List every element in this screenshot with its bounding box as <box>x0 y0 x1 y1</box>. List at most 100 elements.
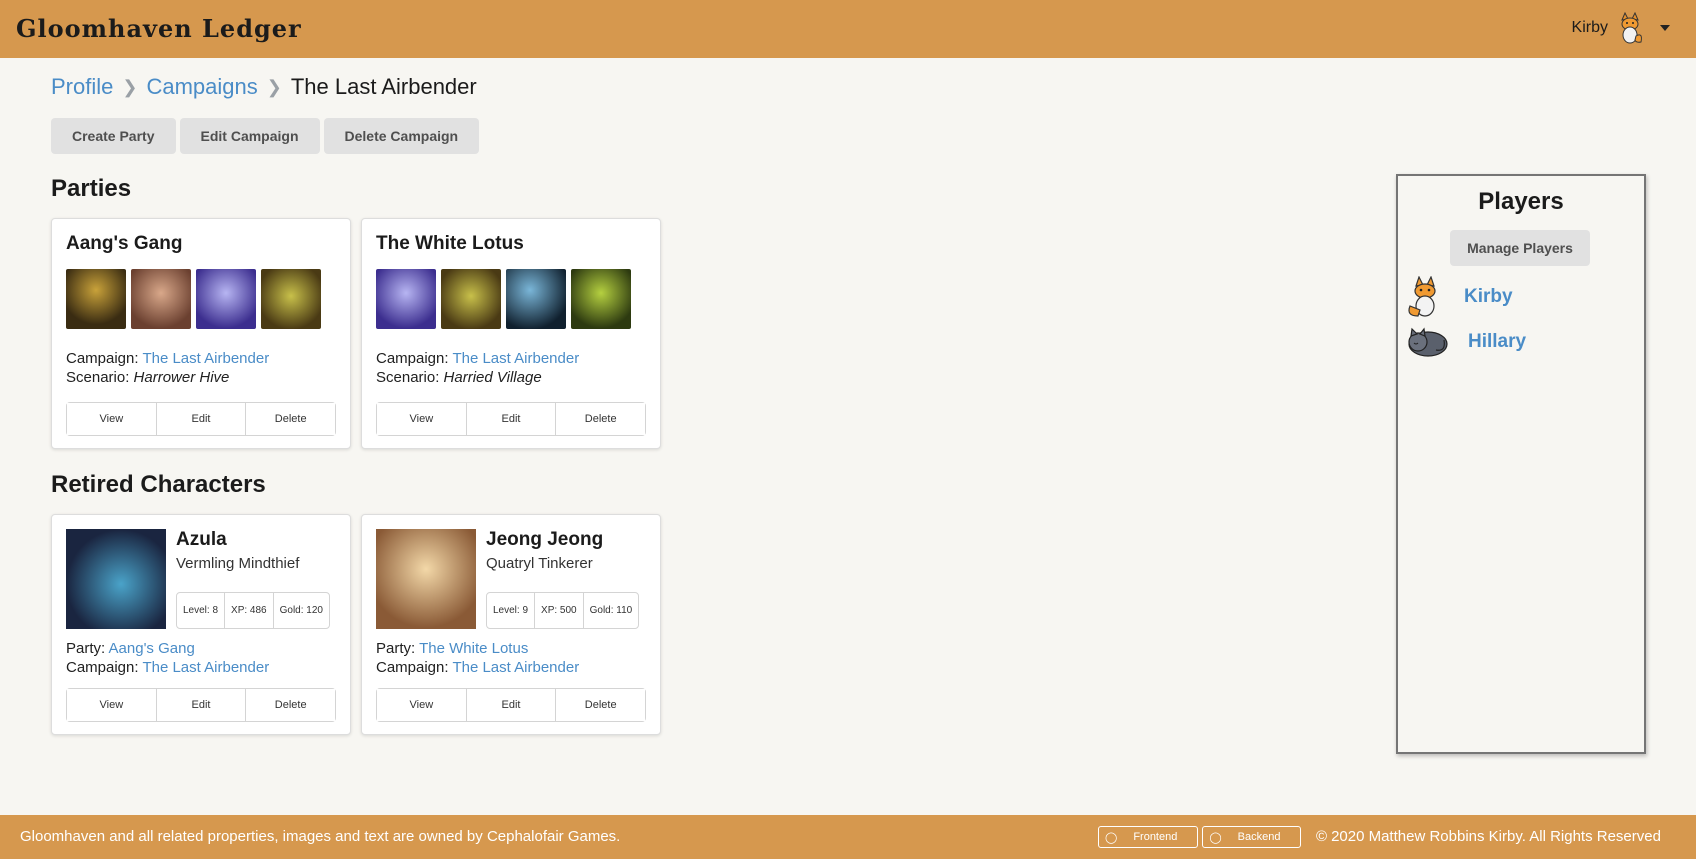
delete-campaign-button[interactable]: Delete Campaign <box>323 118 480 154</box>
player-item: Kirby <box>1406 276 1513 318</box>
breadcrumb-current: The Last Airbender <box>290 74 477 99</box>
campaign-label: Campaign: <box>376 659 449 676</box>
character-portrait[interactable] <box>66 269 126 329</box>
frontend-label: Frontend <box>1133 831 1178 843</box>
edit-campaign-button[interactable]: Edit Campaign <box>179 118 320 154</box>
party-name: The White Lotus <box>376 233 524 254</box>
create-party-button[interactable]: Create Party <box>51 118 176 154</box>
user-menu[interactable]: Kirby <box>1572 12 1670 44</box>
character-class: Vermling Mindthief <box>176 555 300 572</box>
scenario-label: Scenario: <box>66 369 130 386</box>
footer: Gloomhaven and all related properties, i… <box>0 815 1696 859</box>
level-stat: Level: 9 <box>487 593 536 628</box>
delete-button[interactable]: Delete <box>246 403 336 435</box>
character-portrait[interactable] <box>131 269 191 329</box>
xp-stat: XP: 486 <box>225 593 274 628</box>
delete-button[interactable]: Delete <box>556 403 646 435</box>
character-portrait[interactable] <box>261 269 321 329</box>
character-stats: Level: 8 XP: 486 Gold: 120 <box>176 592 330 629</box>
party-label: Party: <box>66 640 106 657</box>
copyright: © 2020 Matthew Robbins Kirby. All Rights… <box>1316 828 1661 845</box>
character-stats: Level: 9 XP: 500 Gold: 110 <box>486 592 640 629</box>
manage-players-button[interactable]: Manage Players <box>1450 230 1590 266</box>
party-members <box>66 269 321 329</box>
chevron-right-icon: ❯ <box>122 76 138 97</box>
parties-heading: Parties <box>51 175 132 202</box>
party-card-actions: View Edit Delete <box>66 402 336 436</box>
party-name: Aang's Gang <box>66 233 183 254</box>
players-panel: Players Manage Players Kirby Hillary <box>1396 174 1646 754</box>
breadcrumb-profile[interactable]: Profile <box>51 74 113 100</box>
view-button[interactable]: View <box>377 403 467 435</box>
character-portrait[interactable] <box>376 529 476 629</box>
party-scenario: Scenario: Harrower Hive <box>66 368 229 387</box>
top-navbar: Gloomhaven Ledger Kirby <box>0 0 1696 58</box>
campaign-link[interactable]: The Last Airbender <box>452 659 579 676</box>
github-icon: ◯ <box>1105 831 1118 844</box>
player-item: Hillary <box>1406 326 1526 358</box>
level-stat: Level: 8 <box>177 593 226 628</box>
delete-button[interactable]: Delete <box>246 689 336 721</box>
party-campaign: Campaign: The Last Airbender <box>376 349 579 368</box>
character-portrait[interactable] <box>571 269 631 329</box>
chevron-down-icon[interactable] <box>1660 25 1670 31</box>
view-button[interactable]: View <box>67 689 157 721</box>
breadcrumb: Profile ❯ Campaigns ❯ The Last Airbender <box>51 74 477 100</box>
campaign-label: Campaign: <box>376 350 449 367</box>
view-button[interactable]: View <box>67 403 157 435</box>
character-campaign: Campaign: The Last Airbender <box>66 658 269 677</box>
players-heading: Players <box>1478 188 1564 215</box>
party-link[interactable]: Aang's Gang <box>109 640 195 657</box>
character-portrait[interactable] <box>441 269 501 329</box>
scenario-name: Harried Village <box>443 369 542 386</box>
party-campaign: Campaign: The Last Airbender <box>66 349 269 368</box>
character-name[interactable]: Jeong Jeong <box>486 529 603 551</box>
fox-avatar-icon[interactable] <box>1616 12 1644 44</box>
campaign-link[interactable]: The Last Airbender <box>142 350 269 367</box>
frontend-repo-button[interactable]: ◯ Frontend <box>1098 826 1199 848</box>
party-card: Aang's Gang Campaign: The Last Airbender… <box>51 218 351 449</box>
github-icon: ◯ <box>1209 831 1222 844</box>
delete-button[interactable]: Delete <box>556 689 646 721</box>
character-portrait[interactable] <box>376 269 436 329</box>
retired-characters-heading: Retired Characters <box>51 471 266 498</box>
campaign-label: Campaign: <box>66 659 139 676</box>
character-portrait[interactable] <box>196 269 256 329</box>
character-portrait[interactable] <box>66 529 166 629</box>
character-campaign: Campaign: The Last Airbender <box>376 658 579 677</box>
ownership-notice: Gloomhaven and all related properties, i… <box>20 828 621 845</box>
character-portrait[interactable] <box>506 269 566 329</box>
party-link[interactable]: The White Lotus <box>419 640 528 657</box>
campaign-link[interactable]: The Last Airbender <box>452 350 579 367</box>
character-card-actions: View Edit Delete <box>66 688 336 722</box>
player-link-hillary[interactable]: Hillary <box>1468 331 1526 353</box>
retired-character-card: Jeong Jeong Quatryl Tinkerer Level: 9 XP… <box>361 514 661 735</box>
backend-repo-button[interactable]: ◯ Backend <box>1202 826 1302 848</box>
edit-button[interactable]: Edit <box>466 689 557 721</box>
character-party: Party: The White Lotus <box>376 639 528 658</box>
app-brand[interactable]: Gloomhaven Ledger <box>16 14 302 43</box>
party-card: The White Lotus Campaign: The Last Airbe… <box>361 218 661 449</box>
player-link-kirby[interactable]: Kirby <box>1464 286 1513 308</box>
edit-button[interactable]: Edit <box>156 689 247 721</box>
campaign-label: Campaign: <box>66 350 139 367</box>
xp-stat: XP: 500 <box>535 593 584 628</box>
character-party: Party: Aang's Gang <box>66 639 195 658</box>
party-label: Party: <box>376 640 416 657</box>
repo-links: ◯ Frontend ◯ Backend <box>1098 826 1302 848</box>
user-name[interactable]: Kirby <box>1572 19 1608 37</box>
copyright-icon: © <box>1316 828 1328 845</box>
view-button[interactable]: View <box>377 689 467 721</box>
edit-button[interactable]: Edit <box>156 403 247 435</box>
gold-stat: Gold: 110 <box>589 605 633 616</box>
copyright-text: 2020 Matthew Robbins Kirby. All Rights R… <box>1331 828 1661 845</box>
party-members <box>376 269 631 329</box>
breadcrumb-campaigns[interactable]: Campaigns <box>146 74 257 100</box>
character-name[interactable]: Azula <box>176 529 227 551</box>
chevron-right-icon: ❯ <box>266 76 282 97</box>
scenario-name: Harrower Hive <box>133 369 230 386</box>
fox-avatar-icon <box>1408 276 1436 317</box>
party-card-actions: View Edit Delete <box>376 402 646 436</box>
edit-button[interactable]: Edit <box>466 403 557 435</box>
campaign-link[interactable]: The Last Airbender <box>142 659 269 676</box>
